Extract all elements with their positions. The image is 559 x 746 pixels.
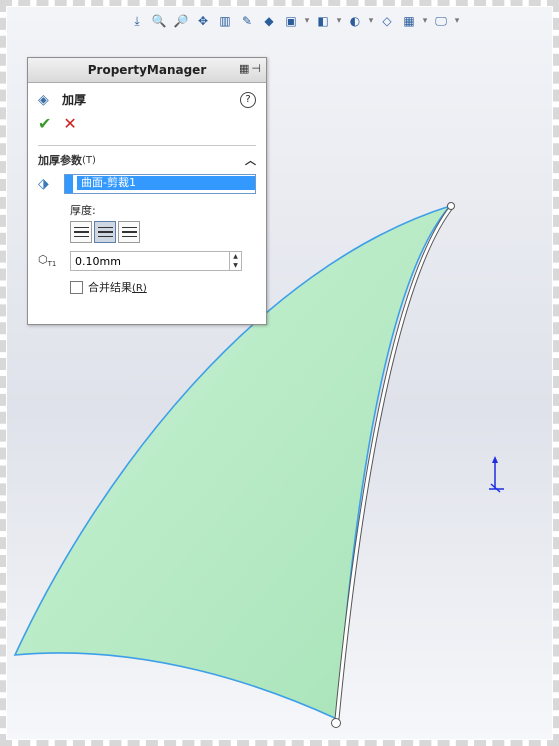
feature-name: 加厚 bbox=[62, 93, 87, 107]
thickness-icon: ⬡T1 bbox=[38, 253, 57, 269]
spin-down-icon[interactable]: ▼ bbox=[233, 262, 238, 269]
collapse-chevron-icon[interactable]: ︿ bbox=[245, 152, 256, 168]
ok-cancel-row: ✔ ✕ bbox=[28, 112, 266, 139]
merge-result-row: 合并结果(R) bbox=[28, 271, 266, 295]
edge-vertex-bottom bbox=[331, 718, 341, 728]
help-icon[interactable]: ? bbox=[240, 91, 256, 108]
selected-surface-item[interactable]: 曲面-剪裁1 bbox=[77, 176, 255, 190]
group-shortcut: (T) bbox=[82, 154, 96, 166]
feature-row: ◈ 加厚 ? bbox=[28, 83, 266, 112]
group-title: 加厚参数 bbox=[38, 154, 82, 167]
merge-result-checkbox[interactable] bbox=[70, 280, 83, 294]
property-manager-title: PropertyManager bbox=[87, 63, 207, 77]
thicken-side1-button[interactable] bbox=[70, 221, 92, 243]
thickness-input[interactable] bbox=[70, 251, 230, 271]
surface-selection-box[interactable]: 曲面-剪裁1 bbox=[64, 174, 256, 194]
thicken-parameters-group-header[interactable]: 加厚参数 (T) ︿ bbox=[38, 145, 256, 168]
graphics-viewport[interactable]: ⤓ 🔍 🔎 ✥ ▥ ✎ ◆ ▣ ▾ ◧ ▾ ◐ ▾ ◇ ▦ ▾ 🖵 ▾ Prop… bbox=[7, 7, 552, 739]
thickness-icon-label: T1 bbox=[47, 260, 57, 269]
panel-pin-controls: ▦ ⊣ bbox=[239, 62, 261, 75]
surface-selection-row: ⬗ 曲面-剪裁1 bbox=[28, 168, 266, 194]
thicken-both-sides-button[interactable] bbox=[94, 221, 116, 243]
merge-result-label: 合并结果(R) bbox=[88, 279, 147, 295]
cancel-button[interactable]: ✕ bbox=[63, 114, 76, 133]
thicken-side2-button[interactable] bbox=[118, 221, 140, 243]
thicken-direction-buttons bbox=[28, 218, 266, 243]
coordinate-triad-icon bbox=[489, 456, 504, 493]
thickness-spinner[interactable]: ▲ ▼ bbox=[230, 251, 242, 271]
spin-up-icon[interactable]: ▲ bbox=[233, 253, 238, 260]
surface-select-icon: ⬗ bbox=[38, 176, 49, 192]
thicken-feature-icon: ◈ bbox=[38, 91, 49, 108]
property-manager-panel: PropertyManager ▦ ⊣ ◈ 加厚 ? ✔ ✕ 加厚参数 (T) … bbox=[27, 57, 267, 325]
pin-icon[interactable]: ⊣ bbox=[251, 62, 261, 75]
panel-options-icon[interactable]: ▦ bbox=[239, 62, 249, 75]
merge-label-text: 合并结果 bbox=[88, 281, 132, 294]
merge-shortcut: (R) bbox=[132, 283, 147, 294]
edge-vertex-top bbox=[447, 202, 455, 210]
selection-marker bbox=[65, 175, 73, 193]
ok-button[interactable]: ✔ bbox=[38, 114, 51, 133]
property-manager-header: PropertyManager ▦ ⊣ bbox=[28, 58, 266, 83]
thickness-label: 厚度: bbox=[70, 204, 96, 217]
thickness-value-row: ⬡T1 ▲ ▼ bbox=[28, 243, 266, 271]
